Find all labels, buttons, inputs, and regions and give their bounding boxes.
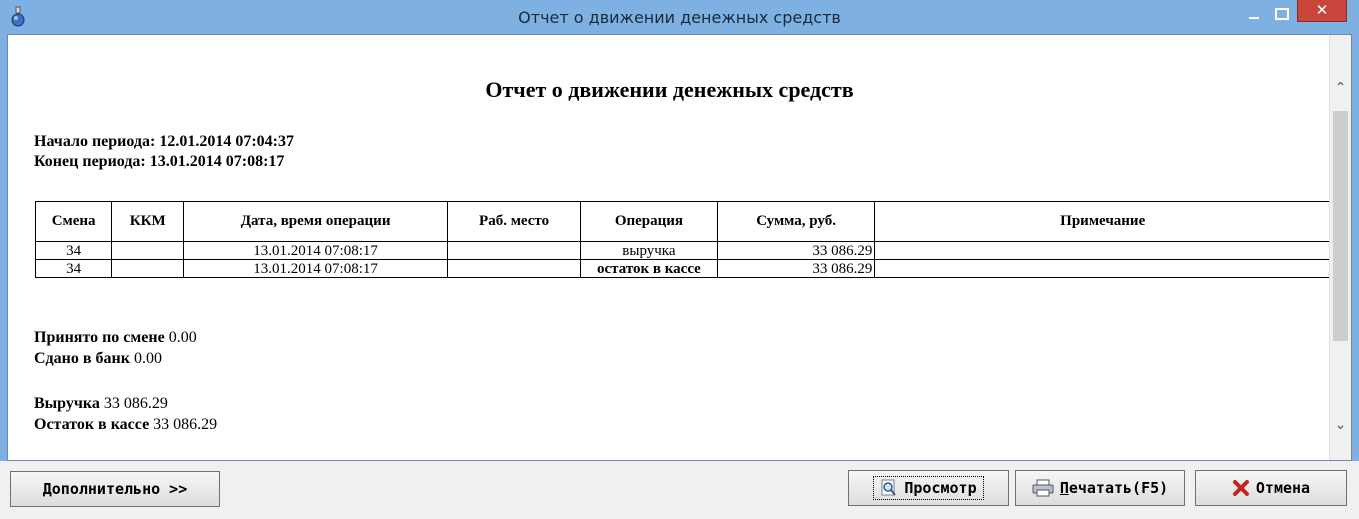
table-row: 34 13.01.2014 07:08:17 выручка 33 086.29: [34, 241, 1331, 260]
close-button[interactable]: ✕: [1297, 0, 1347, 22]
scroll-up-icon[interactable]: ⌃: [1330, 80, 1351, 96]
printer-icon: [1032, 479, 1054, 497]
button-bar: Дополнительно >> Просмотр Печатать(F5) О…: [0, 461, 1359, 519]
bank-deposit: Сдано в банк 0.00: [34, 350, 162, 367]
col-operation: Операция: [580, 201, 718, 242]
window-title: Отчет о движении денежных средств: [518, 8, 841, 27]
print-button[interactable]: Печатать(F5): [1015, 470, 1185, 506]
period-start: Начало периода: 12.01.2014 07:04:37: [34, 133, 294, 150]
col-note: Примечание: [874, 201, 1331, 242]
accepted-shift: Принято по смене 0.00: [34, 329, 197, 346]
col-kkm: ККМ: [111, 201, 185, 242]
col-datetime: Дата, время операции: [183, 201, 449, 242]
cash-balance: Остаток в кассе 33 086.29: [34, 416, 218, 433]
title-bar[interactable]: Отчет о движении денежных средств ✕: [0, 0, 1359, 34]
more-options-button[interactable]: Дополнительно >>: [10, 471, 220, 507]
magnifier-icon: [881, 479, 897, 496]
col-shift: Смена: [34, 201, 113, 242]
preview-button[interactable]: Просмотр: [848, 470, 1009, 506]
scroll-thumb[interactable]: [1333, 111, 1348, 341]
report-viewer: Отчет о движении денежных средств Начало…: [7, 34, 1352, 461]
report-window: Отчет о движении денежных средств ✕ Отче…: [0, 0, 1359, 519]
scroll-down-icon[interactable]: ⌄: [1330, 417, 1351, 433]
vertical-scrollbar[interactable]: ⌃ ⌄: [1329, 35, 1351, 460]
col-sum: Сумма, руб.: [716, 201, 876, 242]
minimize-icon[interactable]: [1240, 4, 1268, 26]
table-row: 34 13.01.2014 07:08:17 остаток в кассе 3…: [34, 259, 1331, 278]
operations-table: Смена ККМ Дата, время операции Раб. мест…: [34, 201, 1331, 278]
maximize-icon[interactable]: [1268, 4, 1296, 26]
report-page: Отчет о движении денежных средств Начало…: [8, 35, 1331, 460]
revenue: Выручка 33 086.29: [34, 395, 168, 412]
cancel-x-icon: [1232, 480, 1249, 496]
col-workplace: Раб. место: [447, 201, 582, 242]
cancel-button[interactable]: Отмена: [1195, 470, 1347, 506]
close-icon: ✕: [1315, 1, 1329, 19]
report-title: Отчет о движении денежных средств: [485, 77, 854, 102]
period-end: Конец периода: 13.01.2014 07:08:17: [34, 153, 285, 170]
table-header-row: Смена ККМ Дата, время операции Раб. мест…: [34, 201, 1331, 242]
